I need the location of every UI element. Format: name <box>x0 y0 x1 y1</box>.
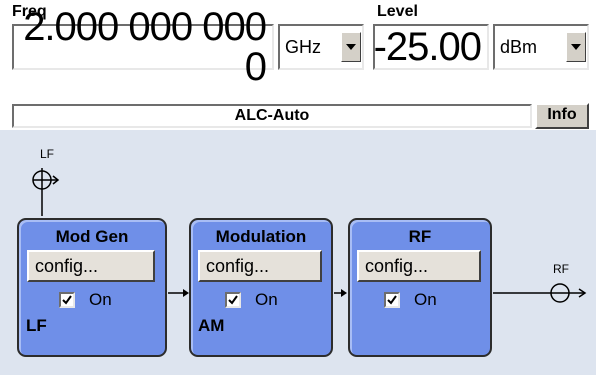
level-unit-dropdown-button[interactable] <box>566 32 586 62</box>
frequency-input[interactable]: 2.000 000 000 0 <box>12 7 274 87</box>
rf-on-toggle[interactable]: On <box>384 290 490 310</box>
mod-gen-config-button[interactable]: config... <box>27 250 155 282</box>
mod-gen-on-toggle[interactable]: On <box>59 290 165 310</box>
checkmark-icon <box>228 295 238 305</box>
checkmark-icon <box>62 295 72 305</box>
modulation-title: Modulation <box>215 227 307 246</box>
level-label: Level <box>377 3 418 20</box>
chevron-down-icon <box>571 44 581 50</box>
modulation-on-checkbox[interactable] <box>225 292 241 308</box>
checkmark-icon <box>387 295 397 305</box>
mod-gen-title: Mod Gen <box>55 227 129 246</box>
arrow-right-icon <box>341 289 347 297</box>
header-panel: Freq Level 2.000 000 000 0 GHz -25.00 dB… <box>0 0 596 130</box>
level-input[interactable]: -25.00 <box>373 24 489 70</box>
status-bar: ALC-Auto <box>12 104 532 128</box>
frequency-unit-dropdown-button[interactable] <box>341 32 361 62</box>
info-button[interactable]: Info <box>535 103 589 129</box>
frequency-unit-value: GHz <box>285 36 321 57</box>
modulation-sub-label: AM <box>198 316 225 335</box>
block-diagram: LF RF Mod Gen config... On LF Modulation… <box>0 130 596 375</box>
modulation-block[interactable]: Modulation config... On AM <box>189 218 333 357</box>
modulation-on-toggle[interactable]: On <box>225 290 331 310</box>
mod-gen-on-label: On <box>89 290 112 309</box>
rf-output-label: RF <box>553 262 569 276</box>
frequency-unit-select[interactable]: GHz <box>278 24 364 70</box>
mod-gen-sub-label: LF <box>26 316 47 335</box>
rf-title: RF <box>408 227 432 246</box>
mod-gen-on-checkbox[interactable] <box>59 292 75 308</box>
level-unit-select[interactable]: dBm <box>493 24 589 70</box>
rf-block[interactable]: RF config... On <box>348 218 492 357</box>
rf-config-button[interactable]: config... <box>357 250 481 282</box>
mod-gen-block[interactable]: Mod Gen config... On LF <box>17 218 167 357</box>
modulation-config-button[interactable]: config... <box>198 250 322 282</box>
rf-on-label: On <box>414 290 437 309</box>
rf-on-checkbox[interactable] <box>384 292 400 308</box>
level-unit-value: dBm <box>500 36 538 57</box>
modulation-on-label: On <box>255 290 278 309</box>
chevron-down-icon <box>346 44 356 50</box>
lf-input-label: LF <box>40 147 55 161</box>
